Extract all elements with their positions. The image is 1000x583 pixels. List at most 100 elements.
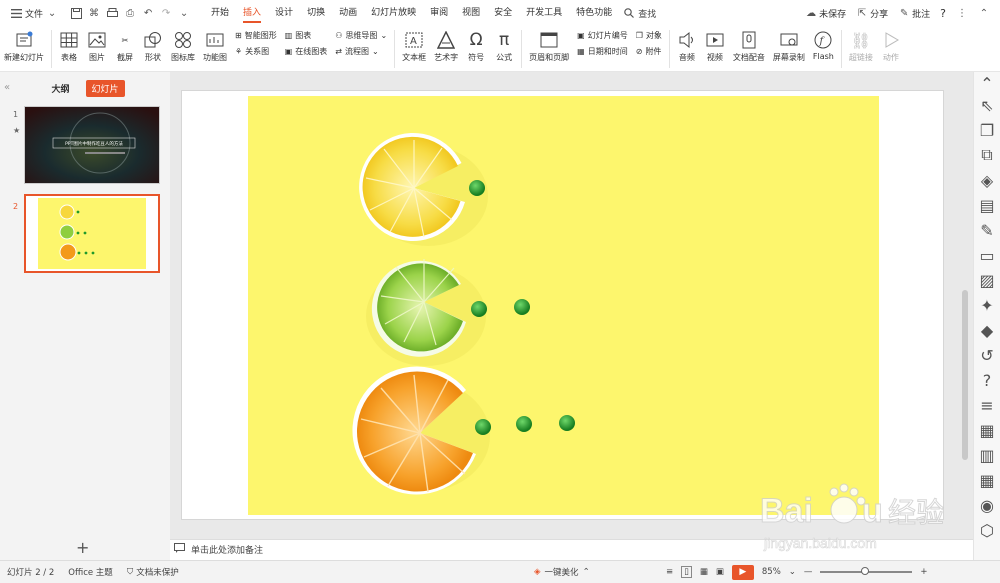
slideshow-play-button[interactable]: ▶ bbox=[731, 564, 754, 580]
picture-panel-icon[interactable]: ▨ bbox=[979, 271, 994, 290]
tab-design[interactable]: 设计 bbox=[268, 0, 300, 26]
date-time-button[interactable]: ▦ 日期和时间 bbox=[577, 46, 628, 57]
zoom-slider-knob[interactable] bbox=[860, 567, 869, 575]
picture-button[interactable]: 图片 bbox=[83, 30, 111, 63]
tab-view[interactable]: 视图 bbox=[455, 0, 487, 26]
slide-content[interactable] bbox=[248, 96, 879, 515]
archive-icon[interactable]: ▭ bbox=[979, 246, 994, 265]
slide-thumbnail-1[interactable]: PPT图片中制作吃豆人的方法 bbox=[24, 106, 160, 184]
doc-voiceover-button[interactable]: 文档配音 bbox=[729, 30, 769, 63]
online-chart-icon: ▣ bbox=[284, 47, 293, 56]
formula-button[interactable]: π 公式 bbox=[490, 30, 518, 63]
grid-apps-icon[interactable]: ▦ bbox=[979, 421, 994, 440]
collapse-ribbon-icon[interactable]: ⌃ bbox=[978, 7, 990, 19]
box-icon[interactable]: ⬡ bbox=[980, 521, 994, 540]
tab-home[interactable]: 开始 bbox=[204, 0, 236, 26]
text-box-button[interactable]: A 文本框 bbox=[398, 30, 430, 63]
right-sidebar: ⌃ ⇖ ❐ ⧉ ◈ ▤ ✎ ▭ ▨ ✦ ◆ ↺ ? ≡ ▦ ▥ ▦ ◉ ⬡ bbox=[973, 72, 1000, 560]
symbol-button[interactable]: Ω 符号 bbox=[462, 30, 490, 63]
tab-transitions[interactable]: 切换 bbox=[300, 0, 332, 26]
style-icon[interactable]: ✦ bbox=[980, 296, 994, 315]
print-icon[interactable] bbox=[106, 7, 118, 19]
chart-button[interactable]: ▥ 图表 bbox=[285, 30, 328, 41]
icon-library-button[interactable]: 图标库 bbox=[167, 30, 199, 63]
screen-record-button[interactable]: 屏幕录制 bbox=[769, 30, 809, 63]
history-icon[interactable]: ↺ bbox=[980, 346, 994, 365]
select-cursor-icon[interactable]: ⇖ bbox=[980, 96, 994, 115]
zoom-slider[interactable] bbox=[820, 567, 913, 575]
object-button[interactable]: ❐ 对象 bbox=[636, 30, 662, 41]
print-preview-icon[interactable]: ⎙ bbox=[124, 7, 136, 19]
file-menu[interactable]: 文件 ⌄ bbox=[0, 0, 64, 26]
zoom-level[interactable]: 85% bbox=[762, 567, 781, 577]
audio-button[interactable]: 音频 bbox=[673, 30, 701, 63]
reading-view-icon[interactable]: ▣ bbox=[716, 567, 724, 577]
object-icon: ❐ bbox=[635, 31, 643, 40]
normal-view-icon[interactable]: ▯ bbox=[681, 566, 692, 578]
vertical-scrollbar[interactable] bbox=[962, 290, 968, 460]
action-button[interactable]: 动作 bbox=[877, 30, 905, 63]
undo-icon[interactable]: ↶ bbox=[142, 7, 154, 19]
collapse-pane-icon[interactable]: « bbox=[4, 82, 10, 93]
comment-button[interactable]: ✎ 批注 bbox=[898, 7, 930, 20]
word-art-button[interactable]: 艺术字 bbox=[430, 30, 462, 63]
relation-chart-button[interactable]: ⚘ 关系图 bbox=[235, 46, 277, 57]
slide-thumbnail-2[interactable] bbox=[24, 194, 160, 273]
fill-bucket-icon[interactable]: ◈ bbox=[980, 171, 994, 190]
add-slide-button[interactable]: + bbox=[76, 538, 89, 557]
shield-icon[interactable]: ◆ bbox=[980, 321, 994, 340]
function-chart-button[interactable]: 功能图 bbox=[199, 30, 231, 63]
tab-special-features[interactable]: 特色功能 bbox=[569, 0, 619, 26]
online-chart-button[interactable]: ▣ 在线图表 bbox=[285, 46, 328, 57]
tab-animations[interactable]: 动画 bbox=[332, 0, 364, 26]
tab-developer[interactable]: 开发工具 bbox=[519, 0, 569, 26]
table-button[interactable]: 表格 bbox=[55, 30, 83, 63]
screenshot-button[interactable]: ✂ 截屏 bbox=[111, 30, 139, 63]
hyperlink-button[interactable]: ⛓ 超链接 bbox=[845, 30, 877, 63]
new-slide-button[interactable]: 新建幻灯片 bbox=[0, 30, 48, 63]
share-button[interactable]: ⇱ 分享 bbox=[856, 7, 888, 20]
flash-button[interactable]: f Flash bbox=[809, 30, 838, 61]
table-panel-icon[interactable]: ▦ bbox=[979, 471, 994, 490]
chevron-down-icon[interactable]: ⌄ bbox=[789, 567, 796, 577]
smart-art-button[interactable]: ⊞ 智能图形 bbox=[235, 30, 277, 41]
zoom-in-icon[interactable]: + bbox=[920, 567, 927, 577]
expand-sidebar-icon[interactable]: ⌃ bbox=[980, 74, 994, 93]
attachment-button[interactable]: ⊘ 附件 bbox=[636, 46, 662, 57]
zoom-out-icon[interactable]: — bbox=[804, 567, 813, 577]
shape-fill-icon[interactable]: ⧉ bbox=[980, 145, 994, 164]
image-settings-icon[interactable]: ▤ bbox=[979, 196, 994, 215]
location-pin-icon[interactable]: ◉ bbox=[980, 496, 994, 515]
redo-icon[interactable]: ↷ bbox=[160, 7, 172, 19]
shape-button[interactable]: 形状 bbox=[139, 30, 167, 63]
mind-map-button[interactable]: ⚇ 思维导图 ⌄ bbox=[335, 30, 387, 41]
format-painter-icon[interactable]: ⌘ bbox=[88, 7, 100, 19]
tab-review[interactable]: 审阅 bbox=[423, 0, 455, 26]
object-label: 对象 bbox=[645, 31, 662, 40]
tab-slides[interactable]: 幻灯片 bbox=[85, 80, 125, 97]
chart-panel-icon[interactable]: ▥ bbox=[979, 446, 994, 465]
unsaved-status-button[interactable]: ☁ 未保存 bbox=[805, 7, 846, 20]
customize-chevron-icon[interactable]: ⌄ bbox=[178, 7, 190, 19]
protection-status[interactable]: ⛉ 文档未保护 bbox=[127, 566, 179, 578]
more-options-icon[interactable]: ⋮ bbox=[956, 7, 968, 19]
notes-toggle-icon[interactable]: ≡ bbox=[666, 567, 673, 577]
tab-slideshow[interactable]: 幻灯片放映 bbox=[364, 0, 423, 26]
edit-shape-icon[interactable]: ✎ bbox=[980, 221, 994, 240]
help-button[interactable]: ? bbox=[940, 7, 946, 20]
header-footer-button[interactable]: 页眉和页脚 bbox=[525, 30, 573, 63]
tab-outline[interactable]: 大纲 bbox=[45, 80, 75, 97]
theme-name[interactable]: Office 主题 bbox=[68, 566, 113, 578]
beautify-button[interactable]: ◈ 一键美化 ⌃ bbox=[534, 566, 590, 578]
flow-chart-button[interactable]: ⇄ 流程图 ⌄ bbox=[335, 46, 387, 57]
help-circle-icon[interactable]: ? bbox=[980, 371, 994, 390]
save-icon[interactable] bbox=[70, 7, 82, 19]
slide-number-button[interactable]: ▣ 幻灯片编号 bbox=[577, 30, 628, 41]
slide-sorter-icon[interactable]: ▦ bbox=[700, 567, 708, 577]
tab-security[interactable]: 安全 bbox=[487, 0, 519, 26]
tab-insert[interactable]: 插入 bbox=[236, 0, 268, 26]
search-command[interactable]: 查找 bbox=[623, 7, 656, 20]
settings-sliders-icon[interactable]: ≡ bbox=[980, 396, 994, 415]
video-button[interactable]: 视频 bbox=[701, 30, 729, 63]
copy-object-icon[interactable]: ❐ bbox=[980, 121, 994, 140]
